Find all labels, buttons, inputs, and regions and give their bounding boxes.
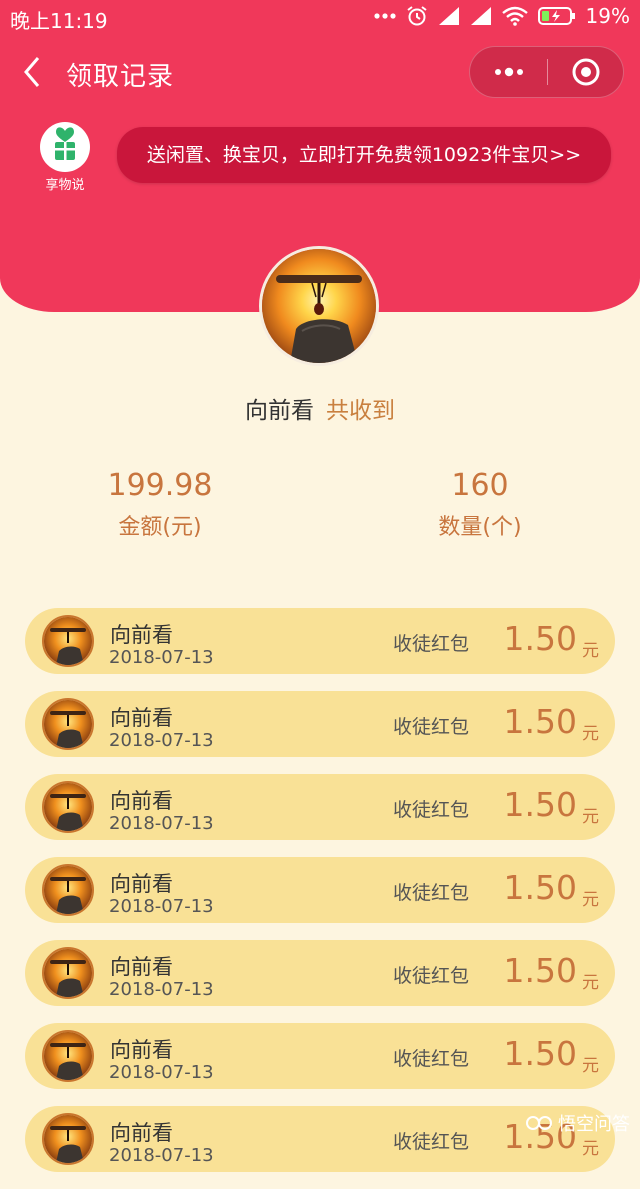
record-avatar [42,698,94,750]
record-avatar [42,947,94,999]
record-type: 收徒红包 [393,882,470,904]
record-unit: 元 [582,724,599,744]
app-logo[interactable]: 享物说 [38,122,92,193]
watermark-text: 悟空问答 [558,1114,630,1135]
record-name: 向前看 [110,1121,173,1145]
summary-line: 向前看 共收到 [0,391,640,425]
record-name: 向前看 [110,955,173,979]
record-list: 向前看 2018-07-13 收徒红包 1.50 元 向前看 2018-07-1… [25,608,615,1189]
record-unit: 元 [582,807,599,827]
record-name: 向前看 [110,872,173,896]
stat-amount-value: 199.98 [107,468,213,503]
record-type: 收徒红包 [393,716,470,738]
record-amount: 1.50 [503,868,577,907]
record-date: 2018-07-13 [109,1062,214,1083]
record-amount: 1.50 [503,619,577,658]
record-amount: 1.50 [503,785,577,824]
page-title: 领取记录 [66,62,175,92]
record-unit: 元 [582,641,599,661]
record-avatar [42,781,94,833]
record-avatar [42,1113,94,1165]
wukong-logo-icon [526,1116,552,1130]
summary-suffix: 共收到 [326,398,395,424]
signal-icon [438,7,459,25]
avatar [259,246,379,366]
record-type: 收徒红包 [393,965,470,987]
summary-name: 向前看 [245,398,314,424]
record-name: 向前看 [110,789,173,813]
status-icons: 19% [373,4,630,28]
status-time: 晚上11:19 [10,9,108,33]
mini-program-capsule [469,46,624,98]
record-date: 2018-07-13 [109,979,214,1000]
app-name: 享物说 [45,178,85,193]
record-name: 向前看 [110,1038,173,1062]
record-type: 收徒红包 [393,633,470,655]
list-item[interactable]: 向前看 2018-07-13 收徒红包 1.50 元 [25,608,615,674]
record-avatar [42,615,94,667]
signal-icon [470,7,491,25]
nav-bar: 领取记录 [0,44,640,100]
record-amount: 1.50 [503,951,577,990]
battery-icon [537,7,575,25]
back-icon[interactable] [18,54,50,90]
wifi-icon [501,6,528,26]
record-amount: 1.50 [503,702,577,741]
record-date: 2018-07-13 [109,647,214,668]
record-unit: 元 [582,1056,599,1076]
status-bar: 晚上11:19 19% [0,0,640,34]
record-avatar [42,864,94,916]
stat-amount: 199.98 金额(元) [40,468,280,541]
record-type: 收徒红包 [393,799,470,821]
dots-icon [373,13,396,19]
record-date: 2018-07-13 [109,730,214,751]
record-type: 收徒红包 [393,1048,470,1070]
record-type: 收徒红包 [393,1131,470,1153]
stat-count-label: 数量(个) [438,515,522,540]
stat-count-value: 160 [451,468,509,503]
record-date: 2018-07-13 [109,896,214,917]
record-date: 2018-07-13 [109,1145,214,1166]
gift-logo-icon [40,122,90,172]
list-item[interactable]: 向前看 2018-07-13 收徒红包 1.50 元 [25,857,615,923]
record-date: 2018-07-13 [109,813,214,834]
list-item[interactable]: 向前看 2018-07-13 收徒红包 1.50 元 [25,691,615,757]
more-icon[interactable] [470,47,547,97]
list-item[interactable]: 向前看 2018-07-13 收徒红包 1.50 元 [25,774,615,840]
record-name: 向前看 [110,706,173,730]
list-item[interactable]: 向前看 2018-07-13 收徒红包 1.50 元 [25,940,615,1006]
list-item[interactable]: 向前看 2018-07-13 收徒红包 1.50 元 [25,1023,615,1089]
battery-percent: 19% [585,4,630,28]
watermark: 悟空问答 [524,1110,630,1136]
record-name: 向前看 [110,623,173,647]
alarm-icon [406,6,427,26]
stat-amount-label: 金额(元) [118,515,202,540]
record-unit: 元 [582,973,599,993]
record-amount: 1.50 [503,1034,577,1073]
record-avatar [42,1030,94,1082]
target-icon[interactable] [548,47,625,97]
promo-banner[interactable]: 送闲置、换宝贝，立即打开免费领10923件宝贝>> [117,127,611,183]
record-unit: 元 [582,890,599,910]
stat-count: 160 数量(个) [360,468,600,541]
